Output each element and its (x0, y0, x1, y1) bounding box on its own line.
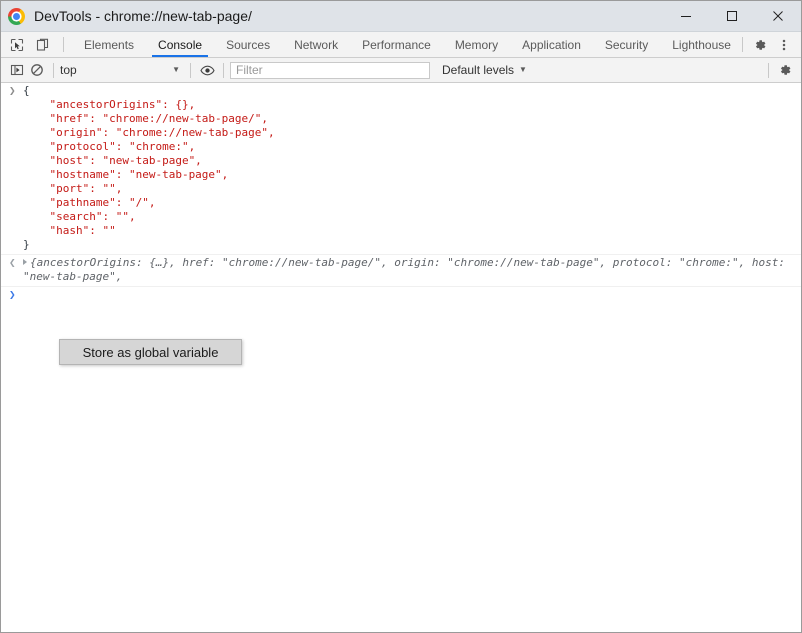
tab-label: Lighthouse (672, 37, 731, 52)
json-line: "origin": "chrome://new-tab-page", (23, 126, 275, 139)
maximize-button[interactable] (709, 1, 755, 31)
inspect-element-button[interactable] (7, 35, 27, 55)
chevron-down-icon: ▼ (519, 65, 527, 74)
tab-performance[interactable]: Performance (350, 32, 443, 57)
json-line: "protocol": "chrome:", (23, 140, 196, 153)
log-arrow-icon: ❯ (9, 84, 16, 97)
tab-network[interactable]: Network (282, 32, 350, 57)
inspect-element-icon (10, 38, 24, 51)
log-level-label: Default levels (442, 63, 515, 77)
tab-label: Elements (84, 37, 135, 52)
result-preview-text: {ancestorOrigins: {…}, href: "chrome://n… (23, 256, 792, 283)
maximize-icon (727, 11, 737, 21)
tab-lighthouse[interactable]: Lighthouse (660, 32, 743, 57)
tab-security[interactable]: Security (593, 32, 660, 57)
minimize-button[interactable] (663, 1, 709, 31)
context-menu-item-store-as-global-variable[interactable]: Store as global variable (83, 345, 219, 360)
json-line: "host": "new-tab-page", (23, 154, 202, 167)
console-prompt-row[interactable]: ❯ (1, 287, 801, 303)
gear-icon (756, 39, 766, 50)
execution-context-selector[interactable]: top ▼ (60, 63, 184, 77)
panel-tabs: Elements Console Sources Network Perform… (72, 32, 738, 57)
console-output[interactable]: ❯ { "ancestorOrigins": {}, "href": "chro… (1, 83, 801, 632)
console-toolbar-divider-3 (223, 62, 224, 78)
json-line: "hostname": "new-tab-page", (23, 168, 229, 181)
json-line: "href": "chrome://new-tab-page/", (23, 112, 269, 125)
json-line: { (23, 84, 30, 97)
tab-label: Sources (226, 37, 271, 52)
more-vertical-icon (782, 39, 786, 50)
devtools-more-button[interactable] (773, 34, 795, 56)
console-toolbar-right (762, 60, 801, 80)
live-expression-button[interactable] (197, 60, 217, 80)
title-bar: DevTools - chrome://new-tab-page/ (1, 1, 801, 32)
tab-label: Network (294, 37, 339, 52)
chrome-logo-icon (8, 7, 25, 25)
prompt-arrow-icon: ❯ (9, 288, 16, 301)
console-sidebar-button[interactable] (7, 60, 27, 80)
log-level-selector[interactable]: Default levels ▼ (442, 63, 527, 77)
console-toolbar-divider-4 (768, 62, 769, 78)
json-line: "hash": "" (23, 224, 116, 237)
expand-triangle-icon[interactable] (23, 259, 27, 265)
context-menu[interactable]: Store as global variable (59, 339, 242, 365)
tab-bar-tools (1, 32, 72, 57)
clear-console-icon (31, 64, 43, 76)
execution-context-value: top (60, 63, 77, 77)
tab-label: Security (604, 37, 649, 52)
tab-bar-actions (738, 32, 801, 57)
title-bar-left: DevTools - chrome://new-tab-page/ (1, 7, 663, 25)
chevron-down-icon: ▼ (172, 65, 180, 74)
gear-icon (781, 65, 791, 75)
devtools-window: DevTools - chrome://new-tab-page/ Elemen… (0, 0, 802, 633)
json-line: "search": "", (23, 210, 136, 223)
minimize-icon (681, 16, 691, 17)
console-message-object: ❯ { "ancestorOrigins": {}, "href": "chro… (1, 83, 801, 255)
close-button[interactable] (755, 1, 801, 31)
tab-label: Console (158, 37, 203, 52)
window-title: DevTools - chrome://new-tab-page/ (34, 8, 252, 24)
json-line: } (23, 238, 30, 251)
result-arrow-icon: ❮ (9, 256, 16, 269)
json-line: "ancestorOrigins": {}, (23, 98, 196, 111)
tab-elements[interactable]: Elements (72, 32, 146, 57)
console-toolbar: top ▼ Default levels ▼ (1, 58, 801, 83)
clear-console-button[interactable] (27, 60, 47, 80)
tab-label: Performance (362, 37, 431, 52)
console-settings-button[interactable] (775, 60, 795, 80)
window-controls (663, 1, 801, 31)
devtools-settings-button[interactable] (749, 34, 771, 56)
json-line: "pathname": "/", (23, 196, 156, 209)
tab-memory[interactable]: Memory (443, 32, 510, 57)
close-icon (773, 11, 783, 21)
eye-icon (199, 65, 215, 75)
tab-console[interactable]: Console (146, 32, 214, 57)
devtools-tab-bar: Elements Console Sources Network Perform… (1, 32, 801, 58)
tab-bar-divider (63, 37, 64, 52)
tab-application[interactable]: Application (510, 32, 593, 57)
tab-label: Memory (454, 37, 499, 52)
console-toolbar-divider-1 (53, 62, 54, 78)
console-toolbar-divider-2 (190, 62, 191, 78)
json-line: "port": "", (23, 182, 123, 195)
tab-label: Application (522, 37, 581, 52)
tab-sources[interactable]: Sources (214, 32, 282, 57)
console-result-row[interactable]: ❮ {ancestorOrigins: {…}, href: "chrome:/… (1, 255, 801, 287)
device-toolbar-button[interactable] (33, 35, 53, 55)
result-preview[interactable]: {ancestorOrigins: {…}, href: "chrome://n… (23, 256, 801, 284)
console-sidebar-icon (10, 64, 24, 76)
device-toolbar-icon (36, 38, 49, 51)
filter-input[interactable] (230, 61, 430, 79)
